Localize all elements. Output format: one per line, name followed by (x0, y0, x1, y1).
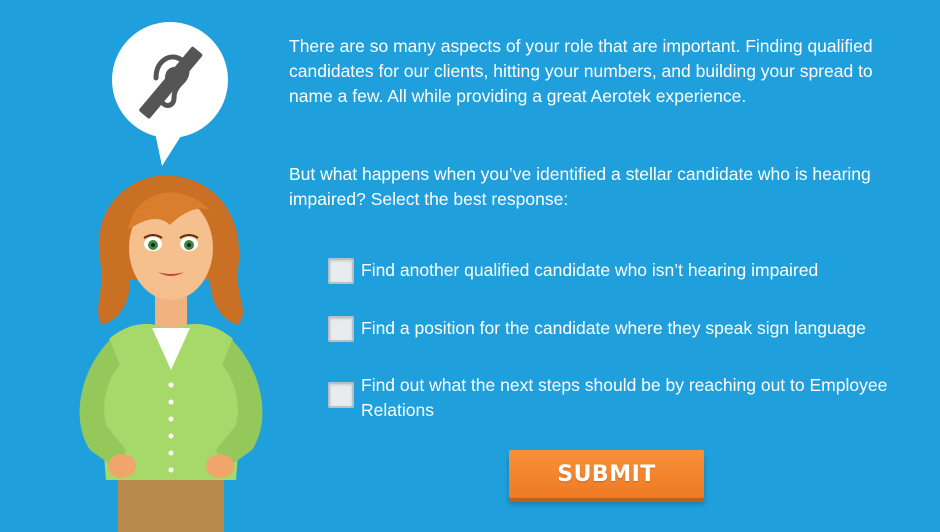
quiz-screen: There are so many aspects of your role t… (0, 0, 940, 532)
answer-option-1[interactable]: Find another qualified candidate who isn… (328, 258, 818, 284)
speech-bubble (110, 20, 230, 166)
option-3-label[interactable]: Find out what the next steps should be b… (361, 373, 888, 423)
option-1-label[interactable]: Find another qualified candidate who isn… (361, 258, 818, 283)
intro-paragraph: There are so many aspects of your role t… (289, 36, 873, 106)
character-illustration (60, 170, 280, 532)
answer-option-2[interactable]: Find a position for the candidate where … (328, 316, 866, 342)
answer-option-3[interactable]: Find out what the next steps should be b… (328, 373, 888, 423)
option-1-checkbox[interactable] (328, 258, 354, 284)
option-2-checkbox[interactable] (328, 316, 354, 342)
option-2-label[interactable]: Find a position for the candidate where … (361, 316, 866, 341)
question-text: But what happens when you’ve identified … (289, 164, 871, 209)
submit-button[interactable]: SUBMIT (509, 450, 704, 498)
option-3-checkbox[interactable] (328, 382, 354, 408)
